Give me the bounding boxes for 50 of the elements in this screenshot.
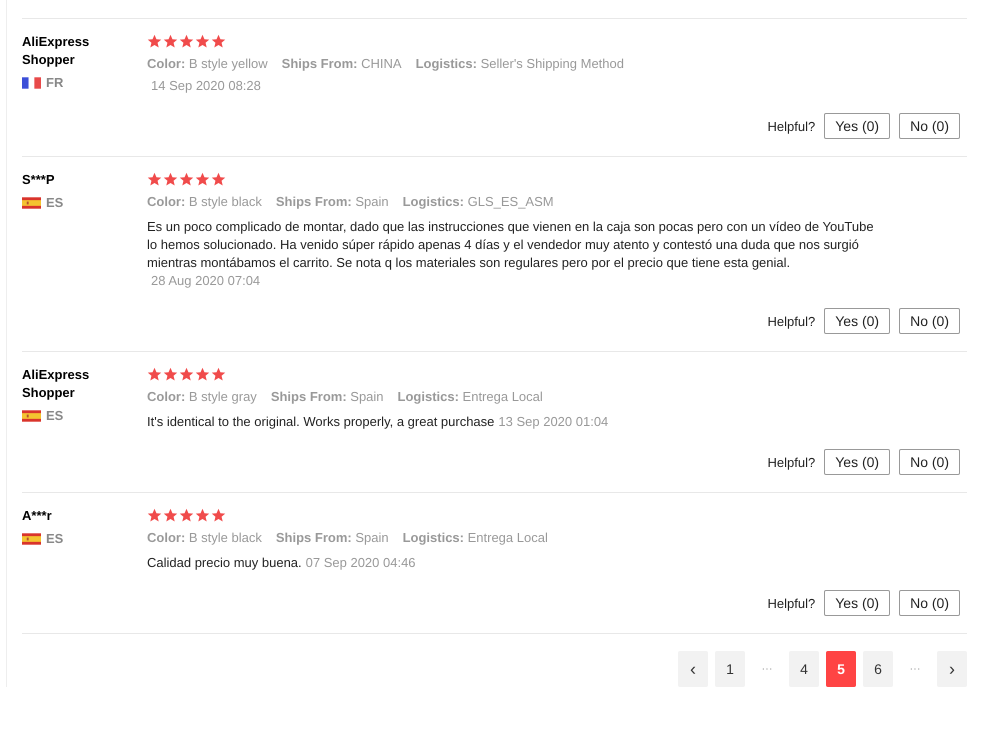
flag-icon	[22, 76, 41, 88]
product-attribute: Color: B style black	[147, 530, 262, 545]
helpful-label: Helpful?	[768, 454, 816, 470]
flag-icon	[22, 196, 41, 208]
country-code: ES	[46, 195, 64, 210]
review-date: 14 Sep 2020 08:28	[150, 77, 261, 95]
country-code: ES	[46, 531, 64, 546]
ellipsis: ···	[760, 663, 774, 675]
page-button[interactable]: 1	[715, 651, 745, 687]
product-attribute: Ships From: CHINA	[282, 56, 402, 71]
product-attribute: Color: B style black	[147, 194, 262, 209]
helpful-label: Helpful?	[768, 314, 816, 328]
review-date: 28 Aug 2020 07:04	[150, 272, 260, 290]
flag-icon	[22, 532, 41, 544]
helpful-label: Helpful?	[768, 596, 816, 610]
page-button[interactable]: 4	[789, 651, 819, 687]
product-attribute: Color: B style gray	[147, 389, 257, 404]
helpful-label: Helpful?	[768, 118, 816, 134]
reviewer-name: AliExpress Shopper	[22, 33, 90, 69]
reviewer-name: S***P	[22, 171, 56, 189]
product-attribute: Color: B style yellow	[147, 56, 268, 71]
review-date: 13 Sep 2020 01:04	[497, 413, 608, 431]
product-attribute: Logistics: Entrega Local	[398, 389, 543, 404]
review-text: Es un poco complicado de montar, dado que las instrucciones que vienen en la caja son pocas pero con un vídeo de YouTube lo hemos solucionado. Ha venido súper rápido apenas 4 días y el vendedor muy atento y contestó una duda que nos surgió mientras montábamos el carrito. Se nota q los materiales son regulares pero por el precio que tiene esta genial.	[147, 219, 874, 270]
review-date: 07 Sep 2020 04:46	[304, 554, 416, 572]
ellipsis: ···	[908, 663, 922, 675]
product-attribute: Ships From: Spain	[276, 530, 389, 545]
reviewer-name: AliExpress Shopper	[22, 366, 90, 402]
page-button[interactable]: 6	[863, 651, 893, 687]
product-attribute: Ships From: Spain	[276, 194, 389, 209]
yes-button[interactable]: Yes (0)	[824, 449, 890, 475]
no-button[interactable]: No (0)	[899, 590, 960, 616]
product-attribute: Logistics: Seller's Shipping Method	[416, 56, 624, 71]
no-button[interactable]: No (0)	[899, 449, 960, 475]
no-button[interactable]: No (0)	[899, 113, 960, 139]
reviewer-name: A***r	[22, 507, 53, 525]
country-code: ES	[46, 408, 64, 423]
next-page-button[interactable]: ›	[937, 651, 967, 687]
country-code: FR	[46, 75, 64, 90]
no-button[interactable]: No (0)	[899, 308, 960, 334]
flag-icon	[22, 410, 41, 422]
yes-button[interactable]: Yes (0)	[824, 308, 890, 334]
product-attribute: Logistics: GLS_ES_ASM	[402, 194, 554, 209]
product-attribute: Logistics: Entrega Local	[402, 530, 548, 545]
review-text: Calidad precio muy buena.	[147, 555, 302, 570]
yes-button[interactable]: Yes (0)	[824, 590, 890, 616]
yes-button[interactable]: Yes (0)	[824, 113, 890, 139]
product-attribute: Ships From: Spain	[270, 389, 384, 404]
previous-page-button[interactable]: ‹	[678, 651, 708, 687]
review-text: It's identical to the original. Works properly, a great purchase	[147, 414, 494, 429]
